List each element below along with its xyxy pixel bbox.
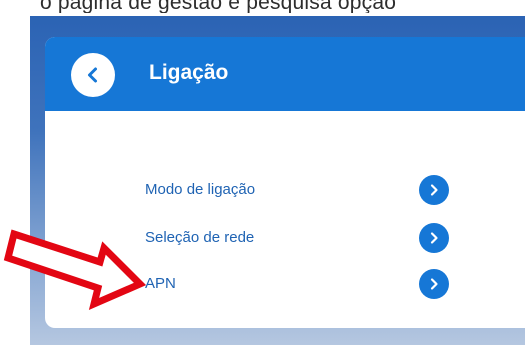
menu-item-label[interactable]: Seleção de rede <box>145 229 254 246</box>
chevron-right-icon[interactable] <box>419 175 449 205</box>
page-title: Ligação <box>149 61 229 84</box>
menu-item-label[interactable]: Modo de ligação <box>145 181 255 198</box>
page-instruction-text: o página de gestão e pesquisa opção <box>40 0 397 13</box>
chevron-right-icon[interactable] <box>419 223 449 253</box>
menu-item-apn[interactable]: APN <box>145 267 465 301</box>
menu-item-selecao-de-rede[interactable]: Seleção de rede <box>145 221 465 255</box>
card-header: Ligação <box>45 37 525 111</box>
back-button[interactable] <box>71 53 115 97</box>
red-arrow-icon <box>3 229 147 311</box>
chevron-left-icon <box>88 67 97 83</box>
chevron-right-icon[interactable] <box>419 269 449 299</box>
menu-item-modo-de-ligacao[interactable]: Modo de ligação <box>145 173 465 207</box>
